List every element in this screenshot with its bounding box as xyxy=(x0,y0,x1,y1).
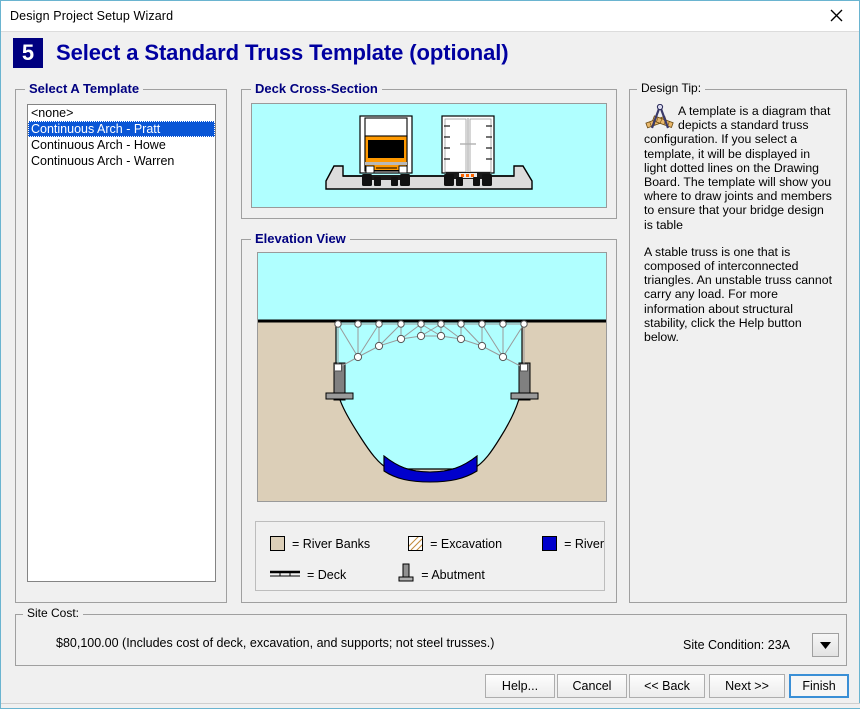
elevation-view-drawing xyxy=(258,253,606,501)
finish-button[interactable]: Finish xyxy=(789,674,849,698)
step-number-badge: 5 xyxy=(13,38,43,68)
legend-label: = River xyxy=(564,536,605,551)
site-condition-dropdown-button[interactable] xyxy=(812,633,839,657)
select-template-group: Select A Template <none> Continuous Arch… xyxy=(15,81,227,603)
elevation-legend: = River Banks = Excavation = River = Dec… xyxy=(255,521,605,591)
legend-item-deck: = Deck xyxy=(270,567,346,583)
legend-label: = Deck xyxy=(307,567,347,582)
site-cost-amount: $80,100.00 (Includes cost of deck, excav… xyxy=(56,636,495,650)
window-title: Design Project Setup Wizard xyxy=(10,9,174,23)
cancel-button[interactable]: Cancel xyxy=(557,674,627,698)
design-tip-label: Design Tip: xyxy=(637,81,706,95)
legend-label: = Abutment xyxy=(421,567,485,582)
list-item[interactable]: Continuous Arch - Warren xyxy=(28,153,215,169)
river-swatch xyxy=(542,536,558,551)
elevation-view-canvas xyxy=(257,252,607,502)
deck-cross-section-canvas xyxy=(251,103,607,208)
page-title: Select a Standard Truss Template (option… xyxy=(56,40,509,65)
legend-label: = River Banks xyxy=(292,536,371,551)
title-bar: Design Project Setup Wizard xyxy=(1,1,859,32)
template-listbox[interactable]: <none> Continuous Arch - Pratt Continuou… xyxy=(27,104,216,582)
list-item[interactable]: <none> xyxy=(28,105,215,121)
legend-item-excavation: = Excavation xyxy=(406,534,503,553)
next-button[interactable]: Next >> xyxy=(709,674,785,698)
legend-row-1: = River Banks = Excavation = River xyxy=(270,534,604,553)
deck-symbol xyxy=(270,570,300,576)
deck-cross-section-drawing xyxy=(252,104,606,207)
select-template-label: Select A Template xyxy=(25,81,144,96)
site-cost-group: Site Cost: $80,100.00 (Includes cost of … xyxy=(15,606,847,666)
design-tip-group: Design Tip: A template is a diagram that… xyxy=(629,81,847,603)
window-bottom-accent xyxy=(1,703,860,708)
excavation-swatch xyxy=(406,534,429,553)
excavation-hatch xyxy=(406,534,429,553)
help-button[interactable]: Help... xyxy=(485,674,555,698)
back-button[interactable]: << Back xyxy=(629,674,705,698)
legend-label: = Excavation xyxy=(430,536,503,551)
list-item[interactable]: Continuous Arch - Howe xyxy=(28,137,215,153)
page-header: 5 Select a Standard Truss Template (opti… xyxy=(1,32,859,74)
wizard-window: Design Project Setup Wizard 5 Select a S… xyxy=(0,0,860,709)
design-tip-body: A template is a diagram that depicts a s… xyxy=(644,104,836,357)
abutment-swatch xyxy=(398,563,414,586)
elevation-view-label: Elevation View xyxy=(251,231,350,246)
wizard-button-bar: Help... Cancel << Back Next >> Finish xyxy=(1,672,860,700)
legend-row-2: = Deck = Abutment xyxy=(270,563,485,586)
legend-item-river-banks: = River Banks xyxy=(270,536,370,551)
deck-cross-section-group: Deck Cross-Section xyxy=(241,81,617,219)
legend-item-river: = River xyxy=(542,536,604,551)
deck-swatch xyxy=(270,567,300,583)
chevron-down-icon xyxy=(820,641,831,649)
list-item[interactable]: Continuous Arch - Pratt xyxy=(28,121,215,137)
compass-square-icon xyxy=(645,104,674,129)
site-condition-label: Site Condition: 23A xyxy=(682,638,790,652)
elevation-view-group: Elevation View = River Banks = Excavatio… xyxy=(241,231,617,603)
river-banks-swatch xyxy=(270,536,285,551)
deck-cross-section-label: Deck Cross-Section xyxy=(251,81,382,96)
close-glyph xyxy=(830,9,842,22)
abutment-symbol xyxy=(398,563,414,582)
legend-item-abutment: = Abutment xyxy=(398,563,485,586)
close-icon[interactable] xyxy=(813,1,859,30)
site-cost-label: Site Cost: xyxy=(23,606,84,620)
design-tip-paragraph-2: A stable truss is one that is composed o… xyxy=(644,244,832,345)
